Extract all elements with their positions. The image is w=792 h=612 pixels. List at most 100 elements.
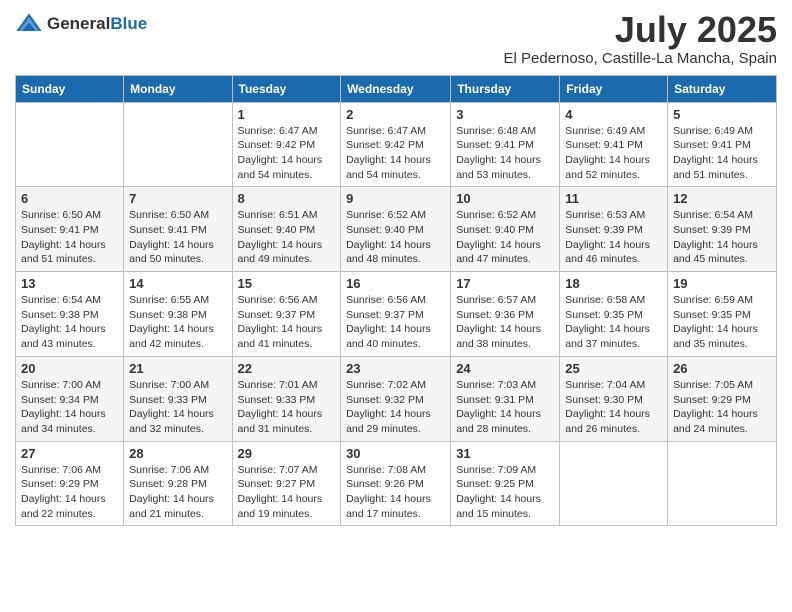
calendar-week-row: 13 Sunrise: 6:54 AM Sunset: 9:38 PM Dayl… bbox=[16, 272, 777, 357]
cell-sunrise: Sunrise: 6:52 AM bbox=[456, 209, 536, 221]
day-number: 24 bbox=[456, 361, 554, 376]
calendar-cell: 29 Sunrise: 7:07 AM Sunset: 9:27 PM Dayl… bbox=[232, 441, 341, 526]
calendar-cell: 27 Sunrise: 7:06 AM Sunset: 9:29 PM Dayl… bbox=[16, 441, 124, 526]
calendar-cell: 22 Sunrise: 7:01 AM Sunset: 9:33 PM Dayl… bbox=[232, 356, 341, 441]
calendar-cell: 2 Sunrise: 6:47 AM Sunset: 9:42 PM Dayli… bbox=[341, 102, 451, 187]
calendar-cell: 5 Sunrise: 6:49 AM Sunset: 9:41 PM Dayli… bbox=[668, 102, 777, 187]
cell-sunrise: Sunrise: 6:48 AM bbox=[456, 125, 536, 137]
calendar-week-row: 1 Sunrise: 6:47 AM Sunset: 9:42 PM Dayli… bbox=[16, 102, 777, 187]
calendar-table: SundayMondayTuesdayWednesdayThursdayFrid… bbox=[15, 75, 777, 527]
calendar-cell: 6 Sunrise: 6:50 AM Sunset: 9:41 PM Dayli… bbox=[16, 187, 124, 272]
calendar-cell: 23 Sunrise: 7:02 AM Sunset: 9:32 PM Dayl… bbox=[341, 356, 451, 441]
calendar-cell: 21 Sunrise: 7:00 AM Sunset: 9:33 PM Dayl… bbox=[124, 356, 232, 441]
cell-sunset: Sunset: 9:27 PM bbox=[238, 478, 316, 490]
calendar-cell: 13 Sunrise: 6:54 AM Sunset: 9:38 PM Dayl… bbox=[16, 272, 124, 357]
day-number: 30 bbox=[346, 446, 445, 461]
calendar-cell: 31 Sunrise: 7:09 AM Sunset: 9:25 PM Dayl… bbox=[451, 441, 560, 526]
page-header: GeneralBlue July 2025 El Pedernoso, Cast… bbox=[15, 10, 777, 67]
cell-sunset: Sunset: 9:40 PM bbox=[346, 224, 424, 236]
day-number: 4 bbox=[565, 107, 662, 122]
calendar-cell: 30 Sunrise: 7:08 AM Sunset: 9:26 PM Dayl… bbox=[341, 441, 451, 526]
cell-sunrise: Sunrise: 7:02 AM bbox=[346, 379, 426, 391]
calendar-cell: 4 Sunrise: 6:49 AM Sunset: 9:41 PM Dayli… bbox=[560, 102, 668, 187]
calendar-cell: 1 Sunrise: 6:47 AM Sunset: 9:42 PM Dayli… bbox=[232, 102, 341, 187]
day-number: 10 bbox=[456, 191, 554, 206]
cell-daylight: Daylight: 14 hours and 29 minutes. bbox=[346, 408, 431, 435]
cell-sunrise: Sunrise: 7:04 AM bbox=[565, 379, 645, 391]
cell-sunrise: Sunrise: 7:08 AM bbox=[346, 464, 426, 476]
day-number: 26 bbox=[673, 361, 771, 376]
header-day-monday: Monday bbox=[124, 75, 232, 102]
day-number: 13 bbox=[21, 276, 118, 291]
calendar-cell: 15 Sunrise: 6:56 AM Sunset: 9:37 PM Dayl… bbox=[232, 272, 341, 357]
subtitle: El Pedernoso, Castille-La Mancha, Spain bbox=[504, 50, 778, 67]
calendar-cell bbox=[668, 441, 777, 526]
day-number: 19 bbox=[673, 276, 771, 291]
cell-daylight: Daylight: 14 hours and 15 minutes. bbox=[456, 493, 541, 520]
cell-sunrise: Sunrise: 7:09 AM bbox=[456, 464, 536, 476]
cell-daylight: Daylight: 14 hours and 46 minutes. bbox=[565, 239, 650, 266]
cell-daylight: Daylight: 14 hours and 42 minutes. bbox=[129, 323, 214, 350]
cell-sunset: Sunset: 9:41 PM bbox=[21, 224, 99, 236]
title-block: July 2025 El Pedernoso, Castille-La Manc… bbox=[504, 10, 778, 67]
day-number: 8 bbox=[238, 191, 336, 206]
calendar-cell: 7 Sunrise: 6:50 AM Sunset: 9:41 PM Dayli… bbox=[124, 187, 232, 272]
day-number: 31 bbox=[456, 446, 554, 461]
cell-daylight: Daylight: 14 hours and 34 minutes. bbox=[21, 408, 106, 435]
cell-daylight: Daylight: 14 hours and 40 minutes. bbox=[346, 323, 431, 350]
cell-daylight: Daylight: 14 hours and 35 minutes. bbox=[673, 323, 758, 350]
cell-sunset: Sunset: 9:40 PM bbox=[456, 224, 534, 236]
cell-sunrise: Sunrise: 6:51 AM bbox=[238, 209, 318, 221]
calendar-cell: 19 Sunrise: 6:59 AM Sunset: 9:35 PM Dayl… bbox=[668, 272, 777, 357]
cell-sunrise: Sunrise: 7:07 AM bbox=[238, 464, 318, 476]
calendar-cell: 26 Sunrise: 7:05 AM Sunset: 9:29 PM Dayl… bbox=[668, 356, 777, 441]
cell-sunset: Sunset: 9:35 PM bbox=[565, 309, 643, 321]
cell-daylight: Daylight: 14 hours and 54 minutes. bbox=[238, 154, 323, 181]
cell-daylight: Daylight: 14 hours and 21 minutes. bbox=[129, 493, 214, 520]
day-number: 29 bbox=[238, 446, 336, 461]
main-title: July 2025 bbox=[504, 10, 778, 50]
day-number: 16 bbox=[346, 276, 445, 291]
day-number: 12 bbox=[673, 191, 771, 206]
day-number: 11 bbox=[565, 191, 662, 206]
cell-sunrise: Sunrise: 7:06 AM bbox=[129, 464, 209, 476]
logo: GeneralBlue bbox=[15, 10, 147, 38]
cell-sunrise: Sunrise: 6:56 AM bbox=[346, 294, 426, 306]
cell-sunset: Sunset: 9:29 PM bbox=[21, 478, 99, 490]
cell-sunset: Sunset: 9:39 PM bbox=[565, 224, 643, 236]
cell-sunset: Sunset: 9:42 PM bbox=[238, 139, 316, 151]
cell-sunrise: Sunrise: 6:49 AM bbox=[673, 125, 753, 137]
cell-daylight: Daylight: 14 hours and 41 minutes. bbox=[238, 323, 323, 350]
cell-daylight: Daylight: 14 hours and 48 minutes. bbox=[346, 239, 431, 266]
cell-sunrise: Sunrise: 7:01 AM bbox=[238, 379, 318, 391]
calendar-cell: 8 Sunrise: 6:51 AM Sunset: 9:40 PM Dayli… bbox=[232, 187, 341, 272]
calendar-cell bbox=[16, 102, 124, 187]
cell-sunrise: Sunrise: 6:50 AM bbox=[129, 209, 209, 221]
cell-sunset: Sunset: 9:36 PM bbox=[456, 309, 534, 321]
calendar-cell: 20 Sunrise: 7:00 AM Sunset: 9:34 PM Dayl… bbox=[16, 356, 124, 441]
cell-daylight: Daylight: 14 hours and 52 minutes. bbox=[565, 154, 650, 181]
day-number: 2 bbox=[346, 107, 445, 122]
cell-sunset: Sunset: 9:33 PM bbox=[238, 394, 316, 406]
logo-icon bbox=[15, 10, 43, 38]
day-number: 1 bbox=[238, 107, 336, 122]
calendar-cell bbox=[560, 441, 668, 526]
cell-sunset: Sunset: 9:38 PM bbox=[129, 309, 207, 321]
cell-daylight: Daylight: 14 hours and 19 minutes. bbox=[238, 493, 323, 520]
header-day-friday: Friday bbox=[560, 75, 668, 102]
cell-daylight: Daylight: 14 hours and 24 minutes. bbox=[673, 408, 758, 435]
cell-sunrise: Sunrise: 7:03 AM bbox=[456, 379, 536, 391]
cell-sunset: Sunset: 9:38 PM bbox=[21, 309, 99, 321]
cell-sunset: Sunset: 9:40 PM bbox=[238, 224, 316, 236]
day-number: 6 bbox=[21, 191, 118, 206]
cell-sunset: Sunset: 9:25 PM bbox=[456, 478, 534, 490]
header-day-saturday: Saturday bbox=[668, 75, 777, 102]
cell-daylight: Daylight: 14 hours and 43 minutes. bbox=[21, 323, 106, 350]
day-number: 15 bbox=[238, 276, 336, 291]
cell-sunrise: Sunrise: 6:47 AM bbox=[238, 125, 318, 137]
cell-sunset: Sunset: 9:26 PM bbox=[346, 478, 424, 490]
calendar-cell: 25 Sunrise: 7:04 AM Sunset: 9:30 PM Dayl… bbox=[560, 356, 668, 441]
day-number: 14 bbox=[129, 276, 226, 291]
day-number: 7 bbox=[129, 191, 226, 206]
cell-sunset: Sunset: 9:34 PM bbox=[21, 394, 99, 406]
